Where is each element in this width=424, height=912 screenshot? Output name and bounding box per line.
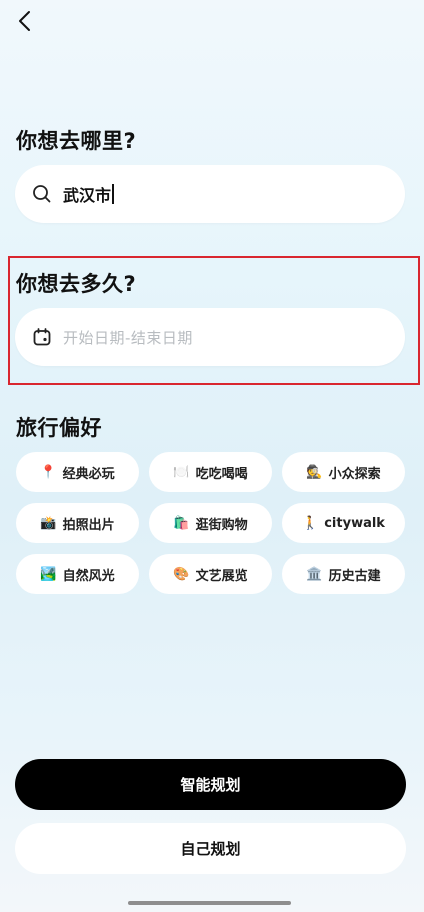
calendar-icon: [31, 326, 53, 348]
chip-label: 经典必玩: [62, 466, 115, 482]
chip-label: 自然风光: [62, 568, 115, 584]
landscape-icon: 🏞️: [40, 566, 57, 582]
chip-label: 吃吃喝喝: [195, 466, 248, 482]
classical-building-icon: 🏛️: [306, 566, 323, 582]
search-icon: [31, 183, 53, 205]
chip-label: 逛街购物: [195, 517, 248, 533]
pin-icon: 📍: [40, 464, 57, 480]
chip-label: 小众探索: [328, 466, 381, 482]
chip-label: 拍照出片: [62, 517, 115, 533]
chip-shopping[interactable]: 🛍️ 逛街购物: [149, 503, 272, 543]
preference-chips: 📍 经典必玩 🍽️ 吃吃喝喝 🕵️ 小众探索 📸 拍照出片 🛍️ 逛街购物 🚶 …: [16, 452, 406, 594]
destination-input[interactable]: 武汉市: [15, 165, 405, 223]
chip-nature[interactable]: 🏞️ 自然风光: [16, 554, 139, 594]
walking-icon: 🚶: [302, 515, 319, 531]
chip-photo[interactable]: 📸 拍照出片: [16, 503, 139, 543]
date-range-input[interactable]: 开始日期-结束日期: [15, 308, 405, 366]
chevron-left-icon: [19, 11, 30, 31]
chip-label: 文艺展览: [195, 568, 248, 584]
destination-title: 你想去哪里?: [16, 129, 137, 153]
chip-citywalk[interactable]: 🚶 citywalk: [282, 503, 405, 543]
detective-icon: 🕵️: [306, 464, 323, 480]
back-button[interactable]: [10, 6, 40, 36]
chip-art[interactable]: 🎨 文艺展览: [149, 554, 272, 594]
plate-icon: 🍽️: [173, 464, 190, 480]
destination-value: 武汉市: [63, 186, 112, 205]
chip-history[interactable]: 🏛️ 历史古建: [282, 554, 405, 594]
chip-classic[interactable]: 📍 经典必玩: [16, 452, 139, 492]
chip-label: citywalk: [324, 515, 385, 531]
home-indicator: [128, 901, 291, 905]
camera-icon: 📸: [40, 515, 57, 531]
text-cursor: [112, 184, 114, 204]
duration-title: 你想去多久?: [16, 272, 137, 296]
chip-niche[interactable]: 🕵️ 小众探索: [282, 452, 405, 492]
date-range-placeholder: 开始日期-结束日期: [63, 328, 193, 347]
smart-plan-button[interactable]: 智能规划: [15, 759, 406, 810]
preferences-title: 旅行偏好: [16, 416, 102, 440]
shopping-bag-icon: 🛍️: [173, 515, 190, 531]
chip-label: 历史古建: [328, 568, 381, 584]
chip-food[interactable]: 🍽️ 吃吃喝喝: [149, 452, 272, 492]
palette-icon: 🎨: [173, 566, 190, 582]
self-plan-button[interactable]: 自己规划: [15, 823, 406, 874]
